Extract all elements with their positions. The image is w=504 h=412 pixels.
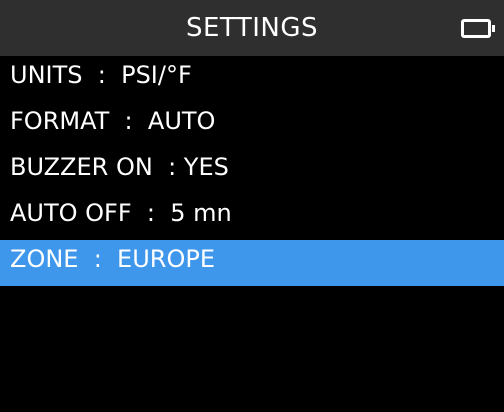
menu-item-auto-off[interactable]: AUTO OFF : 5 mn	[0, 194, 504, 240]
menu-item-zone[interactable]: ZONE : EUROPE	[0, 240, 504, 286]
settings-screen: SETTINGS UNITS : PSI/°F FORMAT : AUTO BU…	[0, 0, 504, 412]
battery-icon	[461, 19, 495, 38]
page-title: SETTINGS	[185, 13, 318, 43]
settings-menu: UNITS : PSI/°F FORMAT : AUTO BUZZER ON :…	[0, 56, 504, 286]
title-bar: SETTINGS	[0, 0, 504, 56]
menu-item-units[interactable]: UNITS : PSI/°F	[0, 56, 504, 102]
menu-item-buzzer[interactable]: BUZZER ON : YES	[0, 148, 504, 194]
menu-item-format[interactable]: FORMAT : AUTO	[0, 102, 504, 148]
